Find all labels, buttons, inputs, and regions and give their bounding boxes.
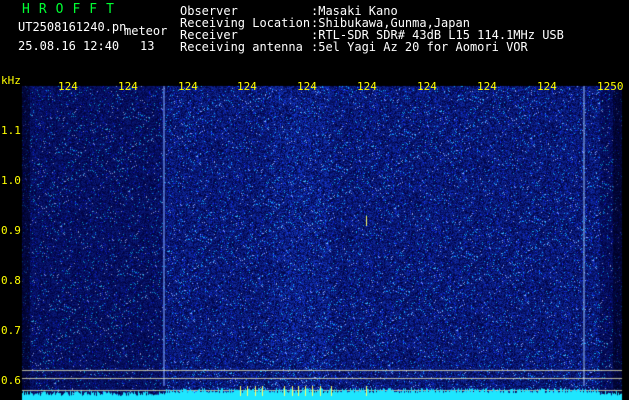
freq-tick-label: 0.8 xyxy=(1,274,21,287)
axis-unit: kHz xyxy=(1,74,21,87)
time-tick-label: 124 xyxy=(537,80,557,93)
count-value: 13 xyxy=(140,39,155,53)
time-tick-label: 124 xyxy=(357,80,377,93)
filename: UT2508161240.pn xyxy=(18,20,127,34)
freq-tick-label: 0.6 xyxy=(1,374,21,387)
time-tick-label: 124 xyxy=(297,80,317,93)
time-tick-label: 1250 xyxy=(597,80,624,93)
antenna-value: :5el Yagi Az 20 for Aomori VOR xyxy=(311,40,528,54)
spectrogram-waterfall xyxy=(0,78,629,400)
time-tick-label: 124 xyxy=(58,80,78,93)
time-tick-label: 124 xyxy=(237,80,257,93)
antenna-label: Receiving antenna xyxy=(180,40,303,54)
app-title: HROFFT xyxy=(22,2,123,17)
suffix-meteor: meteor xyxy=(124,24,168,38)
freq-tick-label: 0.9 xyxy=(1,224,21,237)
freq-tick-label: 1.1 xyxy=(1,124,21,137)
time-tick-label: 124 xyxy=(178,80,198,93)
time-tick-label: 124 xyxy=(118,80,138,93)
freq-tick-label: 0.7 xyxy=(1,324,21,337)
datetime: 25.08.16 12:40 xyxy=(18,39,120,53)
freq-tick-label: 1.0 xyxy=(1,174,21,187)
time-tick-label: 124 xyxy=(417,80,437,93)
time-tick-label: 124 xyxy=(477,80,497,93)
